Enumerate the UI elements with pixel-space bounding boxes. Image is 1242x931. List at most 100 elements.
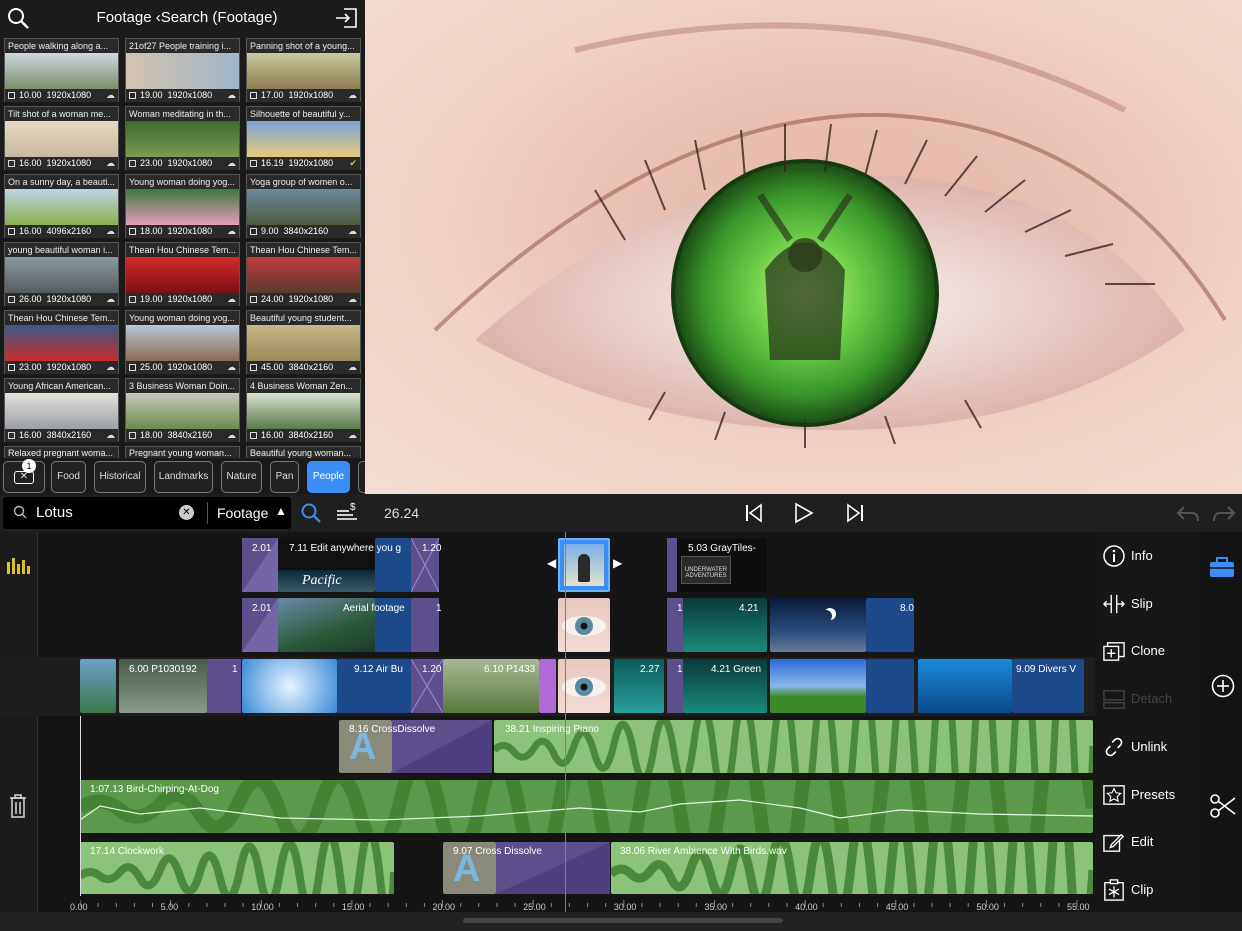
skip-back-icon[interactable] (744, 503, 764, 528)
edit-button[interactable]: Edit (1099, 821, 1199, 861)
media-tile[interactable]: Young African American... 16.00 3840x2160… (4, 378, 119, 442)
tile-thumbnail (247, 121, 360, 157)
timeline-start-marker (80, 716, 81, 896)
trim-left-handle-icon[interactable]: ◀ (547, 556, 556, 570)
transition[interactable] (411, 598, 439, 652)
search-field[interactable]: Lotus ✕ Footage ▲ (3, 497, 291, 529)
scissors-icon[interactable] (1210, 794, 1236, 823)
video-clip[interactable] (866, 659, 914, 713)
clip-format-icon (129, 364, 136, 372)
tile-thumbnail (126, 393, 239, 429)
divider (207, 502, 208, 524)
clear-search-icon[interactable]: ✕ (179, 505, 194, 520)
info-button[interactable]: Info (1099, 535, 1199, 575)
tile-meta: 9.00 3840x2160 ☁ (247, 225, 360, 238)
sort-icon[interactable]: $ (335, 501, 359, 528)
search-icon[interactable] (7, 7, 29, 35)
trim-right-handle-icon[interactable]: ▶ (613, 556, 622, 570)
clone-button[interactable]: Clone (1099, 630, 1199, 670)
skip-forward-icon[interactable] (845, 503, 865, 528)
trash-icon[interactable] (9, 794, 27, 823)
tile-duration: 18.00 (140, 226, 163, 236)
media-tile[interactable]: Tilt shot of a woman me... 16.00 1920x108… (4, 106, 119, 170)
video-clip[interactable] (770, 598, 866, 652)
clip-button[interactable]: Clip (1099, 869, 1199, 909)
tile-title: Tilt shot of a woman me... (5, 107, 118, 121)
media-tile[interactable]: young beautiful woman i... 26.00 1920x108… (4, 242, 119, 306)
playhead[interactable] (565, 532, 566, 912)
silhouette (578, 554, 590, 582)
video-clip[interactable] (242, 659, 337, 713)
media-tile[interactable]: Woman meditating in th... 23.00 1920x1080… (125, 106, 240, 170)
media-grid: People walking along a... 10.00 1920x1080… (0, 38, 365, 459)
media-tile[interactable]: On a sunny day, a beauti... 16.00 4096x21… (4, 174, 119, 238)
tile-thumbnail (247, 189, 360, 225)
video-clip[interactable] (918, 659, 1012, 713)
media-tile[interactable]: Young woman doing yog... 18.00 1920x1080 ☁ (125, 174, 240, 238)
tile-meta: 19.00 1920x1080 ☁ (126, 293, 239, 306)
media-tile[interactable]: Relaxed pregnant woma... (4, 446, 119, 459)
time-ruler[interactable] (79, 895, 1093, 912)
tag-historical[interactable]: Historical (94, 461, 146, 493)
tile-thumbnail (247, 53, 360, 89)
unlink-button[interactable]: Unlink (1099, 726, 1199, 766)
media-tile[interactable]: Silhouette of beautiful y... 16.19 1920x1… (246, 106, 361, 170)
media-tile[interactable]: Yoga group of women o... 9.00 3840x2160 ☁ (246, 174, 361, 238)
media-tile[interactable]: People walking along a... 10.00 1920x1080… (4, 38, 119, 102)
media-tile[interactable]: Panning shot of a young... 17.00 1920x108… (246, 38, 361, 102)
audio-clip[interactable] (80, 780, 1093, 833)
media-tile[interactable]: 21of27 People training i... 19.00 1920x10… (125, 38, 240, 102)
tile-thumbnail (5, 53, 118, 89)
slip-button[interactable]: Slip (1099, 583, 1199, 623)
undo-icon[interactable] (1176, 505, 1200, 528)
tile-thumbnail (5, 393, 118, 429)
media-tile[interactable]: Beautiful young woman... (246, 446, 361, 459)
transition[interactable] (667, 538, 677, 592)
media-tile[interactable]: Thean Hou Chinese Tem... 19.00 1920x1080 ☁ (125, 242, 240, 306)
preview-viewer[interactable] (365, 0, 1242, 494)
tile-meta: 26.00 1920x1080 ☁ (5, 293, 118, 306)
media-tile[interactable]: Pregnant young woman... (125, 446, 240, 459)
media-tile[interactable]: Thean Hou Chinese Tem... 24.00 1920x1080 ☁ (246, 242, 361, 306)
media-tile[interactable]: Beautiful young student... 45.00 3840x216… (246, 310, 361, 374)
tile-meta: 16.00 1920x1080 ☁ (5, 157, 118, 170)
tile-resolution: 3840x2160 (283, 226, 329, 236)
tag-pan[interactable]: Pan (270, 461, 299, 493)
divider (37, 532, 38, 912)
search-input[interactable]: Lotus (36, 504, 73, 521)
tag-landmarks[interactable]: Landmarks (154, 461, 213, 493)
presets-button[interactable]: Presets (1099, 774, 1199, 814)
source-selector[interactable]: Footage (217, 505, 268, 521)
clip-label: 38.06 River Ambience With Birds.wav (620, 846, 787, 857)
ruler-tick-label: 45.00 (885, 902, 909, 912)
search-filter-icon[interactable] (300, 502, 322, 529)
media-tile[interactable]: 3 Business Woman Doin... 18.00 3840x2160 ☁ (125, 378, 240, 442)
audio-meter-icon[interactable] (6, 554, 30, 579)
tile-resolution: 1920x1080 (288, 90, 334, 100)
tag-food[interactable]: Food (51, 461, 86, 493)
exit-browser-icon[interactable] (335, 7, 359, 34)
browser-title[interactable]: Footage ‹Search (Footage) (60, 9, 314, 26)
clip-label: 8.16 CrossDissolve (349, 724, 436, 735)
media-tile[interactable]: 4 Business Woman Zen... 16.00 3840x2160 ☁ (246, 378, 361, 442)
tile-resolution: 1920x1080 (167, 90, 213, 100)
media-tile[interactable]: Young woman doing yog... 25.00 1920x1080 ☁ (125, 310, 240, 374)
ruler-tick-label: 40.00 (795, 902, 818, 912)
redo-icon[interactable] (1212, 505, 1236, 528)
clip-format-icon (250, 228, 257, 236)
media-tile[interactable]: Thean Hou Chinese Tem... 23.00 1920x1080 ☁ (4, 310, 119, 374)
tag-people[interactable]: People (307, 461, 350, 493)
triangle-up-icon[interactable]: ▲ (275, 504, 287, 518)
clip-label: 2.27 (640, 664, 660, 675)
unlink-label: Unlink (1131, 738, 1168, 754)
tile-duration: 19.00 (140, 294, 163, 304)
play-icon[interactable] (794, 502, 814, 529)
video-clip[interactable] (770, 659, 866, 713)
add-icon[interactable] (1211, 674, 1235, 703)
video-clip[interactable] (539, 659, 556, 713)
toolbox-icon[interactable] (1209, 556, 1235, 583)
tag-nature[interactable]: Nature (221, 461, 262, 493)
moon-shape (820, 610, 832, 622)
horizontal-scrollbar[interactable] (463, 918, 783, 923)
video-clip[interactable] (80, 659, 116, 713)
